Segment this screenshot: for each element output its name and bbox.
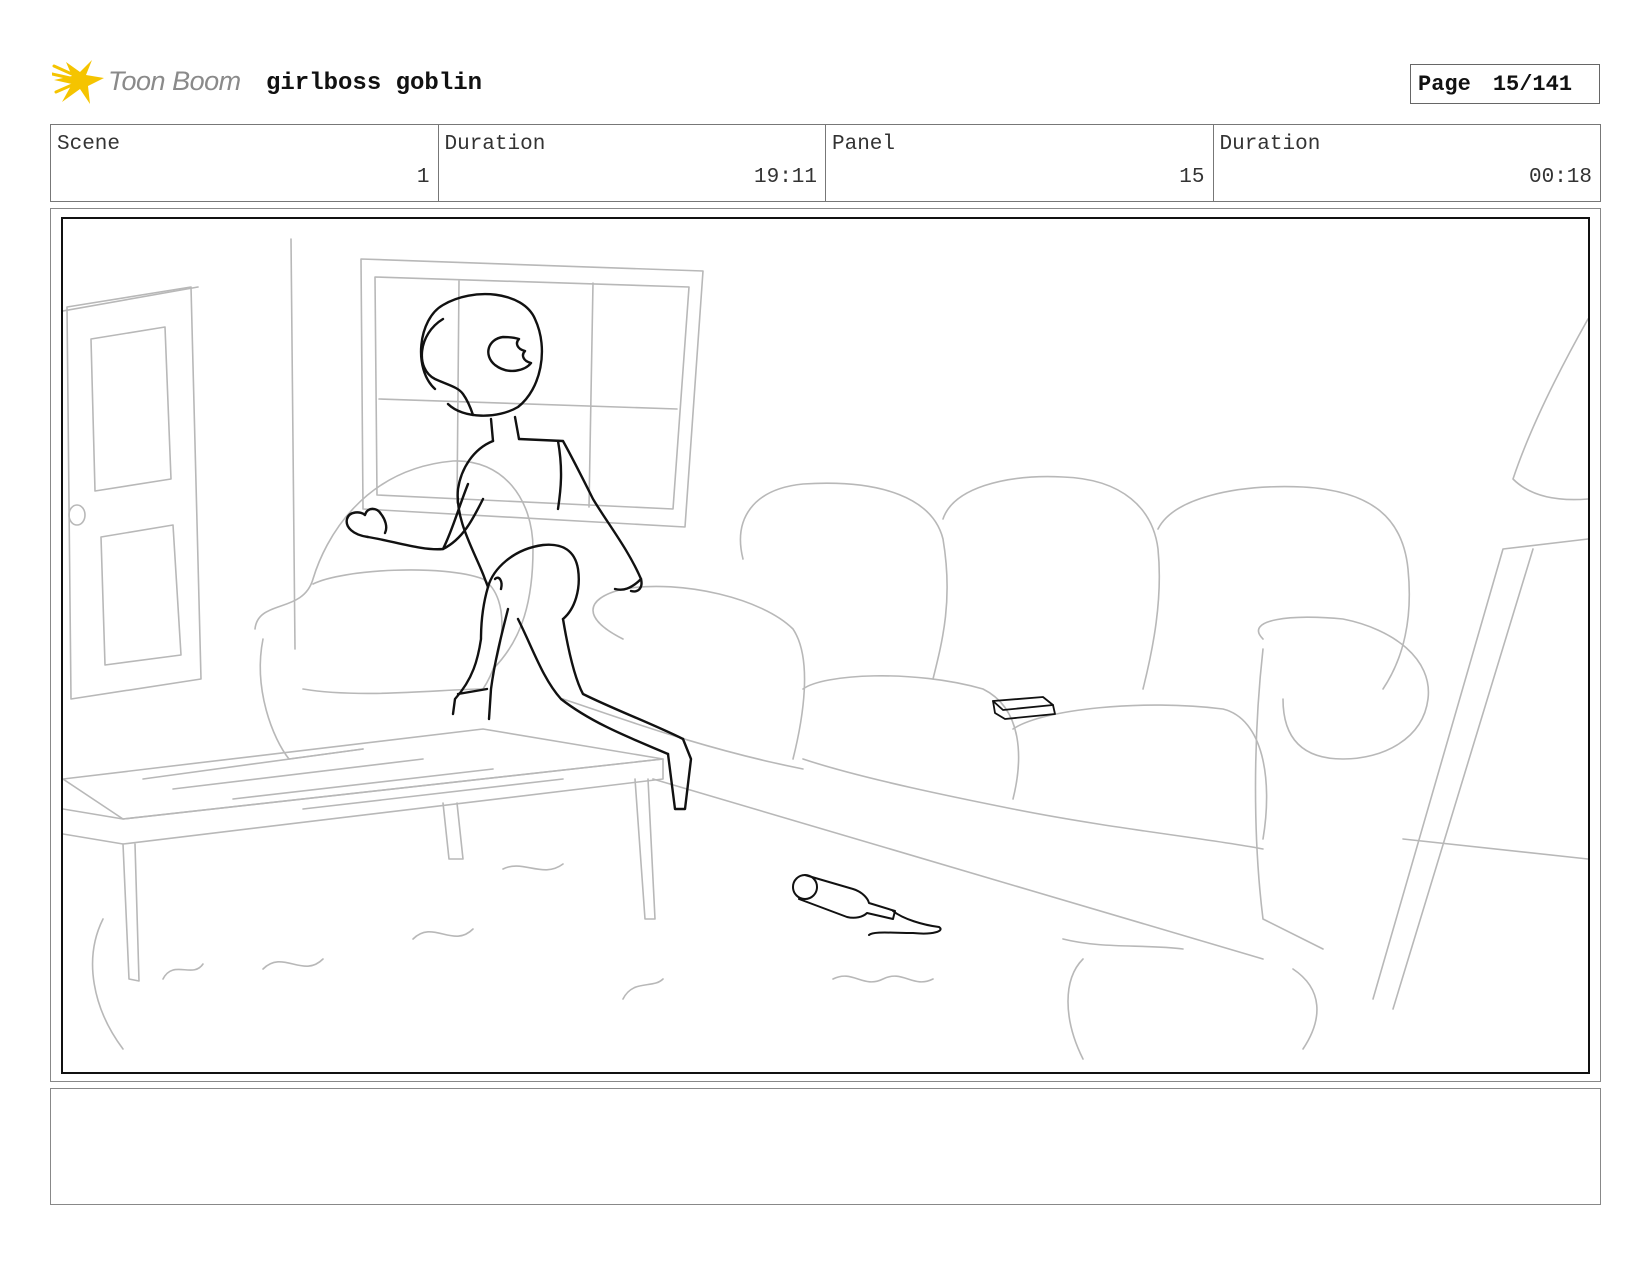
background-sketch <box>63 238 1588 1060</box>
book-sketch <box>992 696 1056 720</box>
scene-duration-cell: Duration 19:11 <box>439 125 826 201</box>
page-label: Page <box>1418 71 1471 97</box>
page-indicator: Page 15/141 <box>1410 64 1600 104</box>
character-sketch <box>345 292 693 811</box>
toon-boom-star-icon <box>52 60 104 104</box>
panel-duration-label: Duration <box>1219 133 1321 156</box>
panel-duration-cell: Duration 00:18 <box>1214 125 1601 201</box>
scene-value: 1 <box>416 166 430 189</box>
scene-cell: Scene 1 <box>51 125 439 201</box>
panel-label: Panel <box>832 133 896 156</box>
bottle-sketch <box>792 874 942 936</box>
toon-boom-logo: Toon Boom <box>52 58 242 108</box>
panel-value: 15 <box>1179 166 1205 189</box>
page-number: 15/141 <box>1492 71 1573 97</box>
panel-info-row: Scene 1 Duration 19:11 Panel 15 Duration… <box>50 124 1601 202</box>
logo-text: Toon Boom <box>108 66 241 96</box>
panel-cell: Panel 15 <box>826 125 1214 201</box>
scene-label: Scene <box>57 133 121 156</box>
scene-duration-value: 19:11 <box>753 166 817 189</box>
scene-duration-label: Duration <box>444 133 546 156</box>
project-title: girlboss goblin <box>266 70 483 97</box>
storyboard-drawing <box>61 217 1590 1074</box>
panel-notes-box <box>50 1088 1601 1205</box>
panel-duration-value: 00:18 <box>1528 166 1592 189</box>
